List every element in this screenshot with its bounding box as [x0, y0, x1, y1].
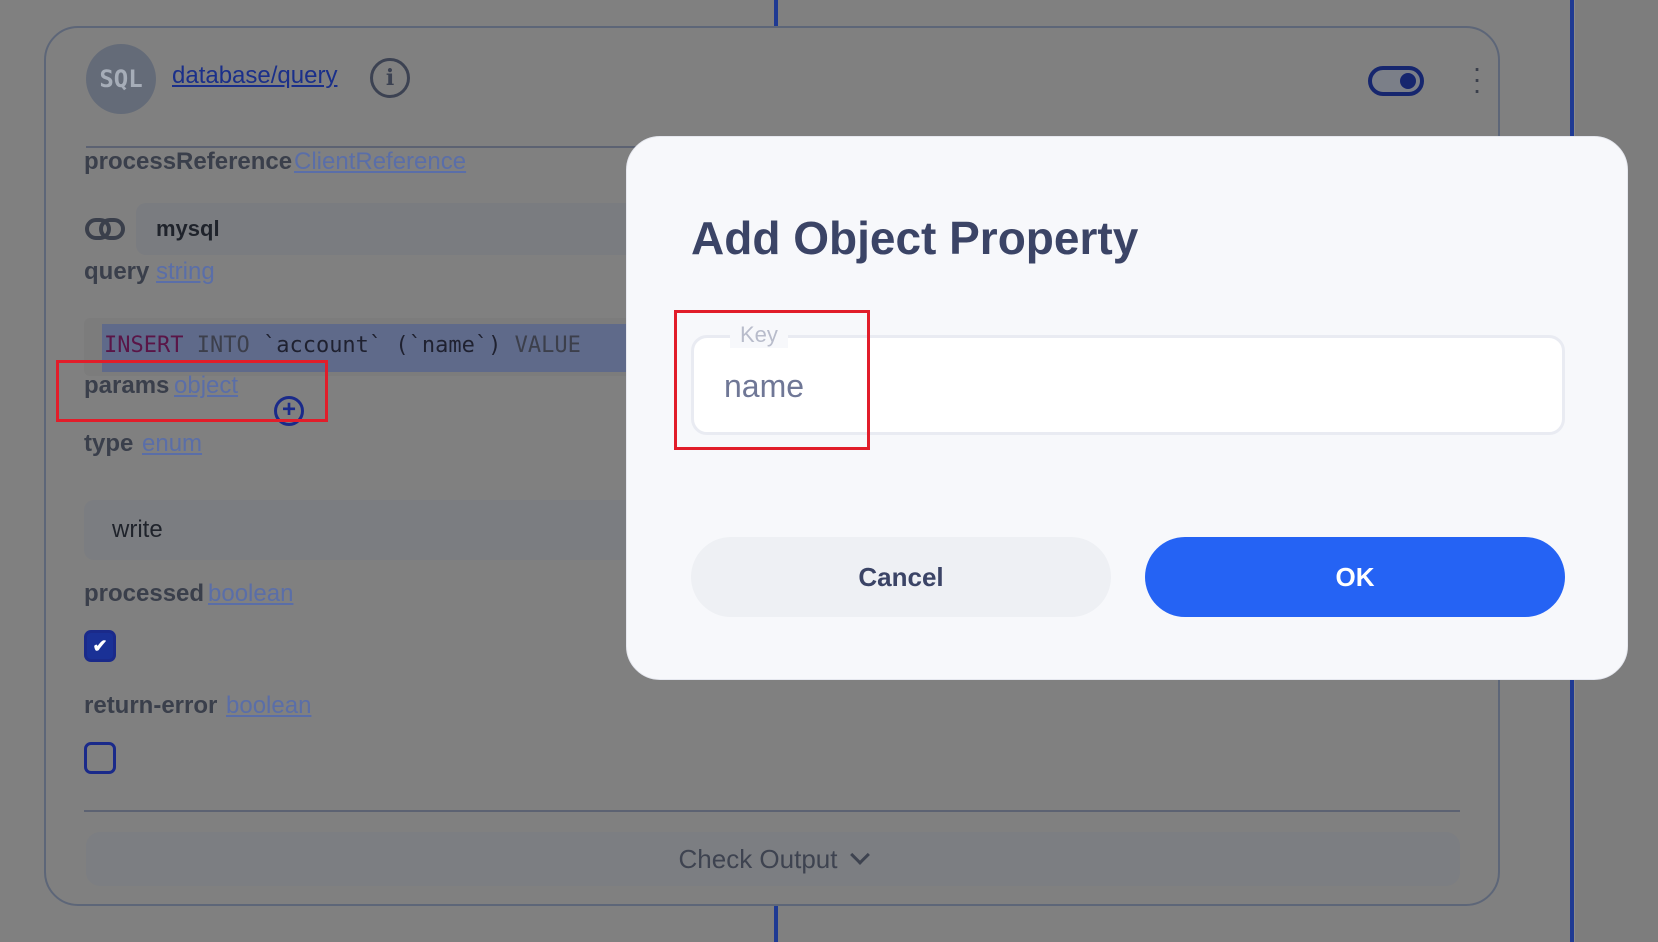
sql-avatar-icon: SQL [86, 44, 156, 114]
query-code-body: `account` (`name`) [249, 333, 515, 358]
field-label-processed: processed [84, 580, 205, 607]
node-enable-toggle[interactable] [1368, 66, 1424, 96]
node-title-link[interactable]: database/query [172, 62, 337, 90]
field-type-query[interactable]: string [156, 258, 215, 286]
chevron-down-icon [850, 845, 871, 865]
link-icon [85, 218, 125, 240]
field-label-processReference: processReference [84, 148, 293, 175]
field-label-query: query [84, 258, 150, 285]
query-code: INSERT INTO `account` (`name`) VALUE [104, 333, 581, 358]
cancel-button[interactable]: Cancel [691, 537, 1111, 617]
field-label-return-error: return-error [84, 692, 218, 719]
field-type-return-error[interactable]: boolean [226, 692, 311, 720]
processed-checkbox[interactable]: ✔ [84, 630, 116, 662]
key-highlight-box [674, 310, 870, 450]
type-select-value: write [112, 516, 163, 543]
return-error-checkbox[interactable] [84, 742, 116, 774]
field-label-type: type [84, 430, 134, 457]
more-options-icon[interactable]: · · · [1472, 54, 1482, 104]
node-header: SQL database/query i · · · [86, 44, 1482, 148]
query-keyword-values: VALUE [514, 333, 581, 358]
field-type-processed[interactable]: boolean [208, 580, 293, 608]
process-reference-value: mysql [156, 216, 220, 241]
query-keyword-into: INTO [196, 333, 250, 358]
field-type-processReference[interactable]: ClientReference [294, 148, 466, 176]
card-divider [84, 810, 1460, 812]
params-highlight-box [56, 360, 328, 422]
check-output-button[interactable]: Check Output [86, 832, 1460, 886]
ok-button[interactable]: OK [1145, 537, 1565, 617]
check-output-label: Check Output [678, 843, 838, 874]
query-keyword-insert: INSERT [104, 333, 184, 358]
info-icon[interactable]: i [370, 58, 410, 98]
field-type-type[interactable]: enum [142, 430, 202, 458]
dialog-title: Add Object Property [691, 212, 1139, 264]
